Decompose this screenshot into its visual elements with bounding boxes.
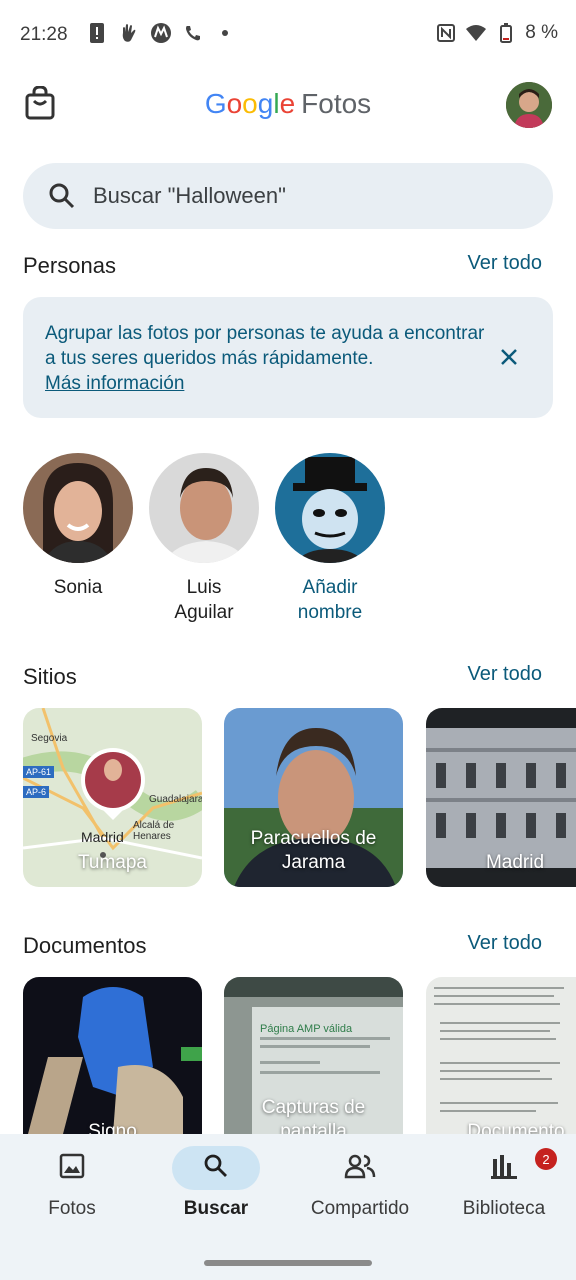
search-bar[interactable] <box>23 163 553 229</box>
wifi-icon <box>465 22 487 44</box>
nav-shared[interactable]: Compartido <box>295 1146 425 1220</box>
document-tile[interactable]: Página AMP válida Capturas de pantalla <box>224 977 403 1134</box>
document-photo <box>23 977 202 1134</box>
nav-library[interactable]: 2 Biblioteca <box>439 1146 569 1220</box>
place-label: Madrid <box>485 852 545 873</box>
map-label: AP-61 <box>23 766 55 778</box>
map-label: AP-6 <box>23 786 50 798</box>
dot-icon <box>214 22 236 44</box>
photo-icon <box>59 1153 85 1184</box>
map-label: Segovia <box>31 733 68 744</box>
people-title: Personas <box>23 253 116 278</box>
document-tile[interactable]: Documento <box>426 977 576 1134</box>
motorola-icon <box>150 22 172 44</box>
person-photo[interactable] <box>275 453 385 563</box>
people-see-all-link[interactable]: Ver todo <box>467 252 542 275</box>
close-icon[interactable] <box>499 347 519 367</box>
person-name: Sonia <box>53 577 103 598</box>
nav-label: Compartido <box>310 1198 410 1219</box>
person-item[interactable]: Sonia <box>23 453 133 600</box>
person-name: Luis Aguilar <box>174 577 234 623</box>
documents-title: Documentos <box>23 933 147 958</box>
nav-label: Fotos <box>48 1198 96 1219</box>
place-label: Paracuellos de Jarama <box>250 828 377 873</box>
people-info-card: Agrupar las fotos por personas te ayuda … <box>23 297 553 418</box>
map-label: Alcalá de Henares <box>133 820 175 842</box>
info-text: Agrupar las fotos por personas te ayuda … <box>45 323 485 394</box>
nfc-icon <box>435 22 457 44</box>
account-avatar[interactable] <box>506 82 552 128</box>
place-tile[interactable]: Madrid <box>426 708 576 887</box>
search-input[interactable] <box>93 183 493 209</box>
document-photo <box>426 977 576 1134</box>
nav-label: Buscar <box>183 1198 249 1219</box>
map-label: Guadalajara <box>149 794 202 805</box>
brand-product: Fotos <box>301 88 372 119</box>
search-icon <box>47 181 77 211</box>
place-label: Tumapa <box>78 852 147 873</box>
person-item[interactable]: Añadir nombre <box>275 453 385 625</box>
app-bar: Google Fotos <box>0 78 576 134</box>
document-label: Signo <box>88 1121 137 1134</box>
battery-level: 8 % <box>525 22 558 43</box>
bottom-navigation: Fotos Buscar Compartido 2 Biblioteca <box>0 1134 576 1280</box>
document-heading: Página AMP válida <box>260 1023 353 1035</box>
notification-badge: 2 <box>535 1148 557 1170</box>
place-tile[interactable]: Segovia AP-61 AP-6 Guadalajara Alcalá de… <box>23 708 202 887</box>
alert-icon <box>86 22 108 44</box>
status-bar: 21:28 8 % <box>0 0 576 70</box>
more-info-link[interactable]: Más información <box>45 373 184 394</box>
places-title: Sitios <box>23 664 77 689</box>
app-logo: Google Fotos <box>0 88 576 120</box>
person-photo[interactable] <box>23 453 133 563</box>
gesture-handle[interactable] <box>204 1260 372 1266</box>
document-tile[interactable]: Signo <box>23 977 202 1134</box>
hand-icon <box>118 22 140 44</box>
brand-google: Google <box>204 88 296 119</box>
documents-see-all-link[interactable]: Ver todo <box>467 932 542 955</box>
document-label: Capturas de pantalla <box>261 1097 366 1134</box>
nav-search[interactable]: Buscar <box>151 1146 281 1220</box>
library-icon <box>490 1153 518 1184</box>
nav-label: Biblioteca <box>462 1198 546 1219</box>
people-icon <box>344 1153 376 1184</box>
map-label: Madrid <box>81 829 124 845</box>
place-tile[interactable]: Paracuellos de Jarama <box>224 708 403 887</box>
search-icon <box>203 1153 229 1184</box>
places-see-all-link[interactable]: Ver todo <box>467 663 542 686</box>
call-icon <box>182 22 204 44</box>
add-name-link[interactable]: Añadir nombre <box>275 575 385 625</box>
nav-photos[interactable]: Fotos <box>7 1146 137 1220</box>
status-time: 21:28 <box>20 24 68 45</box>
person-photo[interactable] <box>149 453 259 563</box>
document-label: Documento <box>467 1121 565 1134</box>
person-item[interactable]: Luis Aguilar <box>149 453 259 625</box>
battery-icon <box>495 22 517 44</box>
